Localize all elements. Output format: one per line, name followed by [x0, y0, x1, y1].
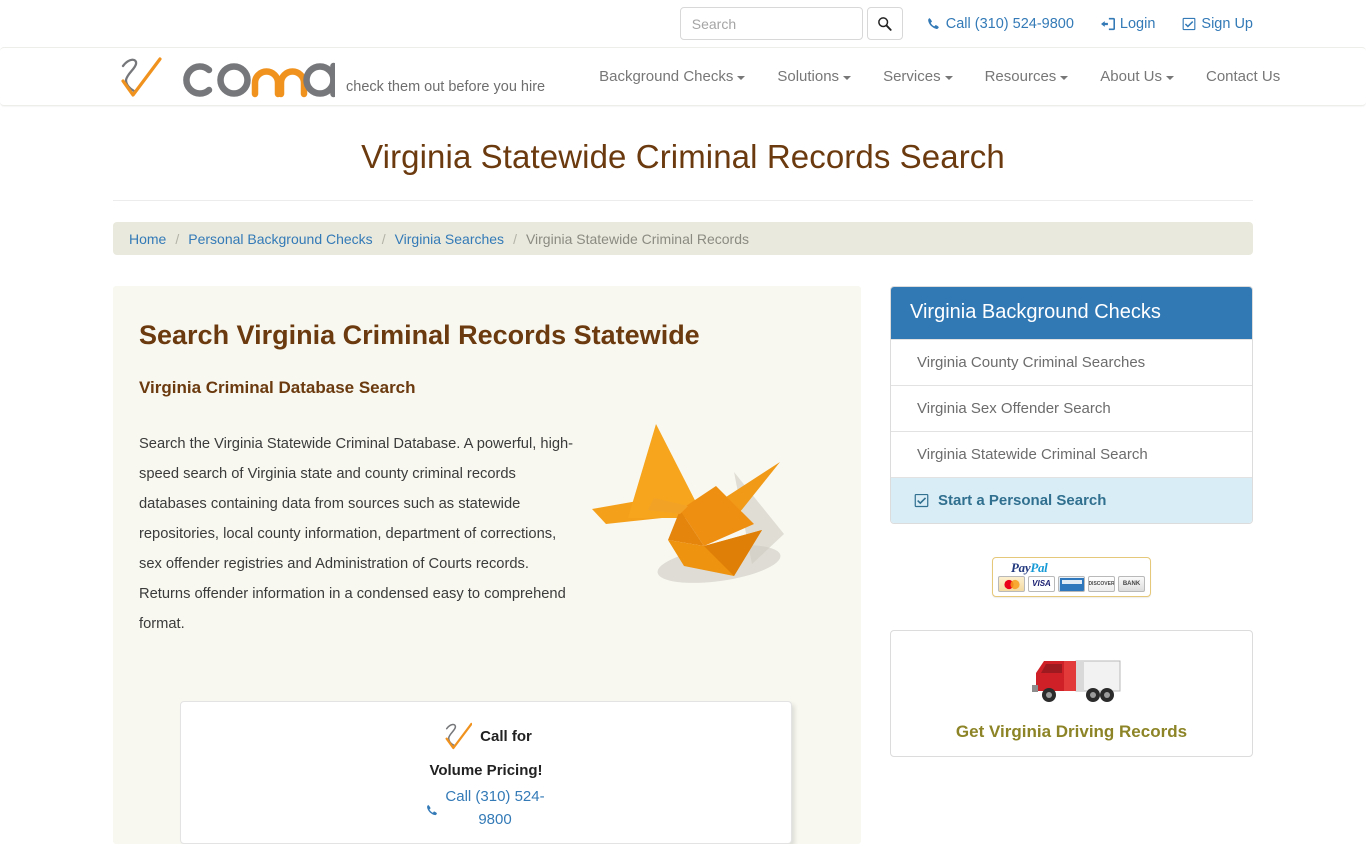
page-title: Virginia Statewide Criminal Records Sear… [361, 138, 1005, 175]
nav-label: Contact Us [1206, 68, 1281, 85]
sidebar-panel-title: Virginia Background Checks [891, 287, 1252, 339]
phone-icon [427, 805, 437, 816]
paypal-pay: Pay [1011, 560, 1031, 575]
top-links: Call (310) 524-9800 Login Sign Up [927, 16, 1253, 32]
main-subheading: Virginia Criminal Database Search [139, 378, 416, 397]
title-divider [113, 200, 1253, 201]
nav-item-background-checks[interactable]: Background Checks [599, 68, 746, 85]
volume-pricing-phone-label: Call (310) 524-9800 [445, 788, 545, 829]
breadcrumb-item-virginia-searches[interactable]: Virginia Searches [395, 231, 504, 247]
breadcrumb-item-home[interactable]: Home [129, 231, 166, 247]
card-mastercard-icon [998, 576, 1025, 592]
paypal-wordmark: PayPal [998, 561, 1145, 574]
sidebar-item-county-criminal-searches[interactable]: Virginia County Criminal Searches [891, 339, 1252, 385]
breadcrumb-separator: / [175, 230, 180, 247]
signup-link-label: Sign Up [1201, 15, 1253, 32]
check-square-icon [1183, 17, 1196, 30]
driving-records-promo-panel[interactable]: Get Virginia Driving Records [890, 630, 1253, 757]
corra-check-icon [445, 723, 473, 750]
sidebar: Virginia Background Checks Virginia Coun… [890, 286, 1253, 844]
accepted-cards: VISA DISCOVER BANK [998, 576, 1145, 592]
login-link[interactable]: Login [1100, 15, 1156, 32]
content-row: Search Virginia Criminal Records Statewi… [113, 286, 1253, 844]
chevron-down-icon [843, 76, 852, 80]
paypal-pal: Pal [1030, 560, 1048, 575]
breadcrumb: Home / Personal Background Checks / Virg… [113, 222, 1253, 255]
sidebar-item-statewide-criminal-search[interactable]: Virginia Statewide Criminal Search [891, 431, 1252, 477]
red-semi-truck-icon [1031, 660, 1120, 702]
page-title-section: Virginia Statewide Criminal Records Sear… [0, 106, 1366, 201]
intro-paragraph: Search the Virginia Statewide Criminal D… [139, 435, 574, 632]
breadcrumb-item-personal-background-checks[interactable]: Personal Background Checks [188, 231, 372, 247]
corra-logo [113, 53, 335, 100]
brand-tagline: check them out before you hire [346, 79, 546, 95]
call-link[interactable]: Call (310) 524-9800 [927, 16, 1074, 32]
nav-label: Solutions [777, 68, 840, 85]
chevron-down-icon [737, 76, 746, 80]
nav-item-contact-us[interactable]: Contact Us [1206, 68, 1280, 85]
origami-crane-image [584, 414, 799, 653]
search-icon [878, 17, 892, 31]
paypal-badge[interactable]: PayPal VISA DISCOVER BANK [992, 557, 1151, 597]
intro-block: Search the Virginia Statewide Criminal D… [139, 414, 833, 653]
corra-logo-mark [121, 57, 335, 98]
paypal-badge-wrap: PayPal VISA DISCOVER BANK [890, 557, 1253, 597]
chevron-down-icon [944, 76, 953, 80]
breadcrumb-item-current: Virginia Statewide Criminal Records [525, 230, 750, 247]
volume-pricing-box: Call for Volume Pricing! Call (310) 524-… [180, 701, 792, 844]
breadcrumb-separator: / [381, 230, 386, 247]
primary-nav: Background Checks Solutions Services Res… [599, 68, 1280, 85]
top-utility-bar: Call (310) 524-9800 Login Sign Up [0, 0, 1366, 47]
main-content-panel: Search Virginia Criminal Records Statewi… [113, 286, 861, 844]
card-discover-icon: DISCOVER [1088, 576, 1115, 592]
volume-pricing-label1: Call for [480, 727, 532, 745]
search-group [679, 7, 903, 40]
sidebar-panel-background-checks: Virginia Background Checks Virginia Coun… [890, 286, 1253, 524]
search-input[interactable] [679, 7, 863, 40]
call-link-label: Call (310) 524-9800 [945, 15, 1074, 32]
sign-in-icon [1100, 17, 1115, 30]
card-bank-icon: BANK [1118, 576, 1145, 592]
signup-link[interactable]: Sign Up [1182, 16, 1253, 32]
main-navbar: check them out before you hire Backgroun… [0, 47, 1366, 106]
nav-label: Services [883, 68, 941, 85]
nav-label: Resources [984, 68, 1057, 85]
volume-pricing-line1: Call for [181, 720, 791, 752]
nav-item-services[interactable]: Services [883, 68, 953, 85]
chevron-down-icon [1060, 76, 1069, 80]
sidebar-item-sex-offender-search[interactable]: Virginia Sex Offender Search [891, 385, 1252, 431]
login-link-label: Login [1119, 15, 1156, 32]
driving-records-promo-title[interactable]: Get Virginia Driving Records [901, 722, 1242, 742]
nav-item-solutions[interactable]: Solutions [777, 68, 852, 85]
nav-label: About Us [1100, 68, 1162, 85]
sidebar-item-label: Start a Personal Search [938, 492, 1107, 509]
chevron-down-icon [1166, 76, 1174, 80]
main-heading: Search Virginia Criminal Records Statewi… [139, 320, 700, 350]
card-amex-icon [1058, 576, 1085, 592]
check-square-icon [914, 493, 929, 508]
nav-item-about-us[interactable]: About Us [1100, 68, 1174, 85]
volume-pricing-label2: Volume Pricing! [429, 762, 543, 780]
phone-icon [927, 17, 939, 29]
search-button[interactable] [866, 7, 903, 40]
sidebar-item-start-personal-search[interactable]: Start a Personal Search [891, 477, 1252, 523]
nav-label: Background Checks [599, 68, 734, 85]
card-visa-icon: VISA [1028, 576, 1055, 592]
brand-logo-link[interactable]: check them out before you hire [113, 53, 545, 100]
nav-item-resources[interactable]: Resources [985, 68, 1069, 85]
breadcrumb-separator: / [513, 230, 517, 247]
volume-pricing-phone-link[interactable]: Call (310) 524-9800 [426, 785, 546, 831]
